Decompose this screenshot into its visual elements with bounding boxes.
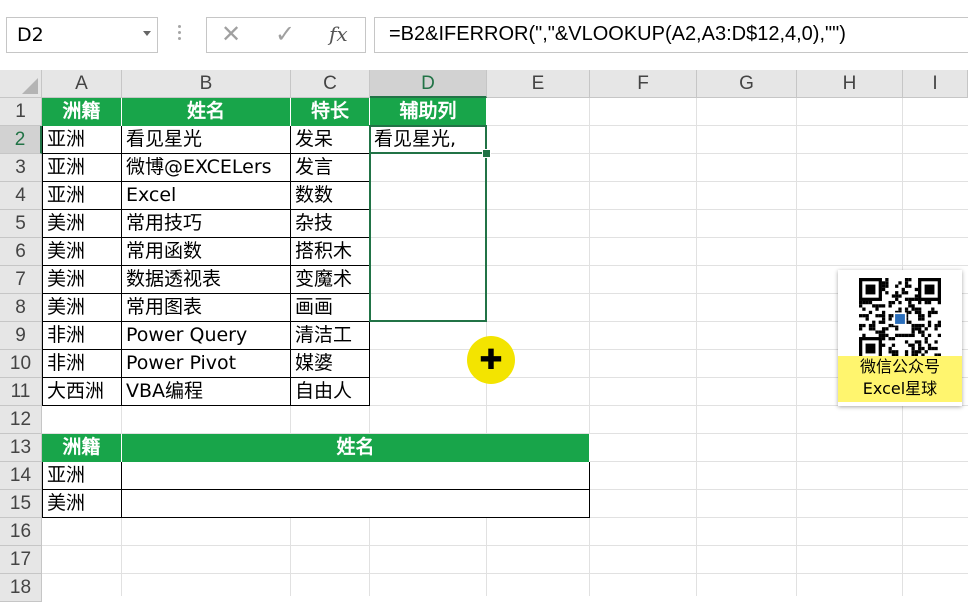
table1-cell[interactable]: VBA编程 (122, 378, 291, 406)
table1-cell[interactable]: 美洲 (42, 238, 122, 266)
row-header-10[interactable]: 10 (0, 350, 42, 378)
row-header-16[interactable]: 16 (0, 518, 42, 546)
row-header-9[interactable]: 9 (0, 322, 42, 350)
helper-column-cell[interactable] (370, 154, 487, 182)
table1-cell[interactable]: 发言 (291, 154, 370, 182)
row-header-13[interactable]: 13 (0, 434, 42, 462)
row-header-4[interactable]: 4 (0, 182, 42, 210)
row-header-6[interactable]: 6 (0, 238, 42, 266)
table2-cell[interactable] (122, 490, 590, 518)
row-header-17[interactable]: 17 (0, 546, 42, 574)
check-icon[interactable]: ✓ (275, 20, 295, 48)
table1-cell[interactable]: Power Query (122, 322, 291, 350)
column-header-e[interactable]: E (487, 70, 590, 98)
name-box[interactable]: D2 (6, 17, 158, 53)
drag-handle-icon[interactable] (176, 22, 182, 48)
table1-cell[interactable]: 常用技巧 (122, 210, 291, 238)
insert-function-icon[interactable]: fx (329, 22, 348, 46)
table1-header-cell[interactable]: 洲籍 (42, 98, 122, 126)
watermark-line1: 微信公众号 (859, 357, 940, 376)
table2-cell[interactable] (122, 462, 590, 490)
column-header-i[interactable]: I (903, 70, 968, 98)
table1-cell[interactable]: 非洲 (42, 350, 122, 378)
gridline-vertical (696, 98, 697, 596)
helper-column-cell[interactable] (370, 294, 487, 322)
column-header-c[interactable]: C (291, 70, 370, 98)
table1-cell[interactable]: 常用函数 (122, 238, 291, 266)
column-header-d[interactable]: D (370, 70, 487, 98)
formula-bar-area: D2 ✕ ✓ fx =B2&IFERROR(","&VLOOKUP(A2,A3:… (0, 0, 968, 71)
chevron-down-icon[interactable] (143, 31, 151, 36)
qr-watermark: 微信公众号 Excel星球 (838, 270, 962, 406)
table2-cell[interactable]: 亚洲 (42, 462, 122, 490)
table2-cell[interactable]: 美洲 (42, 490, 122, 518)
cancel-icon[interactable]: ✕ (221, 20, 241, 48)
plus-cursor-icon: ✚ (479, 343, 503, 376)
formula-text: =B2&IFERROR(","&VLOOKUP(A2,A3:D$12,4,0),… (389, 23, 846, 45)
row-header-11[interactable]: 11 (0, 378, 42, 406)
table1-cell[interactable]: 杂技 (291, 210, 370, 238)
gridline-horizontal (42, 573, 968, 574)
helper-column-cell[interactable]: 看见星光, (370, 126, 487, 154)
select-all-icon (22, 78, 38, 94)
row-header-5[interactable]: 5 (0, 210, 42, 238)
table1-cell[interactable]: 美洲 (42, 210, 122, 238)
table1-header-cell[interactable]: 特长 (291, 98, 370, 126)
table2-header-cell[interactable]: 洲籍 (42, 434, 122, 462)
table1-cell[interactable]: 搭积木 (291, 238, 370, 266)
table1-cell[interactable]: 看见星光 (122, 126, 291, 154)
helper-column-cell[interactable] (370, 210, 487, 238)
table1-header-cell[interactable]: 辅助列 (370, 98, 487, 126)
table2-header-cell[interactable]: 姓名 (122, 434, 590, 462)
table1-cell[interactable]: Power Pivot (122, 350, 291, 378)
name-box-value: D2 (17, 24, 44, 46)
row-header-12[interactable]: 12 (0, 406, 42, 434)
column-header-b[interactable]: B (122, 70, 291, 98)
table1-cell[interactable]: 清洁工 (291, 322, 370, 350)
table1-cell[interactable]: 非洲 (42, 322, 122, 350)
table1-cell[interactable]: 发呆 (291, 126, 370, 154)
row-header-14[interactable]: 14 (0, 462, 42, 490)
table1-cell[interactable]: 媒婆 (291, 350, 370, 378)
helper-column-cell[interactable] (370, 182, 487, 210)
qr-code-icon (859, 278, 941, 360)
table1-cell[interactable]: 美洲 (42, 294, 122, 322)
row-header-15[interactable]: 15 (0, 490, 42, 518)
row-header-18[interactable]: 18 (0, 574, 42, 602)
table1-cell[interactable]: Excel (122, 182, 291, 210)
table1-cell[interactable]: 画画 (291, 294, 370, 322)
row-header-3[interactable]: 3 (0, 154, 42, 182)
gridline-vertical (796, 98, 797, 596)
table1-cell[interactable]: 数数 (291, 182, 370, 210)
table1-cell[interactable]: 美洲 (42, 266, 122, 294)
gridline-horizontal (42, 545, 968, 546)
select-all-button[interactable] (0, 70, 42, 98)
table1-cell[interactable]: 自由人 (291, 378, 370, 406)
table1-cell[interactable]: 常用图表 (122, 294, 291, 322)
helper-column-cell[interactable] (370, 266, 487, 294)
fill-handle[interactable] (482, 149, 491, 158)
table1-cell[interactable]: 亚洲 (42, 182, 122, 210)
row-header-1[interactable]: 1 (0, 98, 42, 126)
row-header-8[interactable]: 8 (0, 294, 42, 322)
column-header-h[interactable]: H (797, 70, 903, 98)
column-header-a[interactable]: A (42, 70, 122, 98)
helper-column-cell[interactable] (370, 238, 487, 266)
table1-cell[interactable]: 数据透视表 (122, 266, 291, 294)
gridline-vertical (589, 98, 590, 596)
column-header-f[interactable]: F (590, 70, 697, 98)
watermark-line2: Excel星球 (862, 379, 938, 398)
watermark-caption: 微信公众号 Excel星球 (838, 356, 962, 402)
table1-cell[interactable]: 大西洲 (42, 378, 122, 406)
row-header-7[interactable]: 7 (0, 266, 42, 294)
table1-cell[interactable]: 变魔术 (291, 266, 370, 294)
table1-cell[interactable]: 亚洲 (42, 126, 122, 154)
formula-buttons: ✕ ✓ fx (206, 17, 366, 53)
table1-cell[interactable]: 亚洲 (42, 154, 122, 182)
formula-input[interactable]: =B2&IFERROR(","&VLOOKUP(A2,A3:D$12,4,0),… (374, 17, 968, 53)
table1-header-cell[interactable]: 姓名 (122, 98, 291, 126)
table1-cell[interactable]: 微博@EXCELers (122, 154, 291, 182)
row-header-2[interactable]: 2 (0, 126, 42, 154)
column-header-g[interactable]: G (697, 70, 797, 98)
